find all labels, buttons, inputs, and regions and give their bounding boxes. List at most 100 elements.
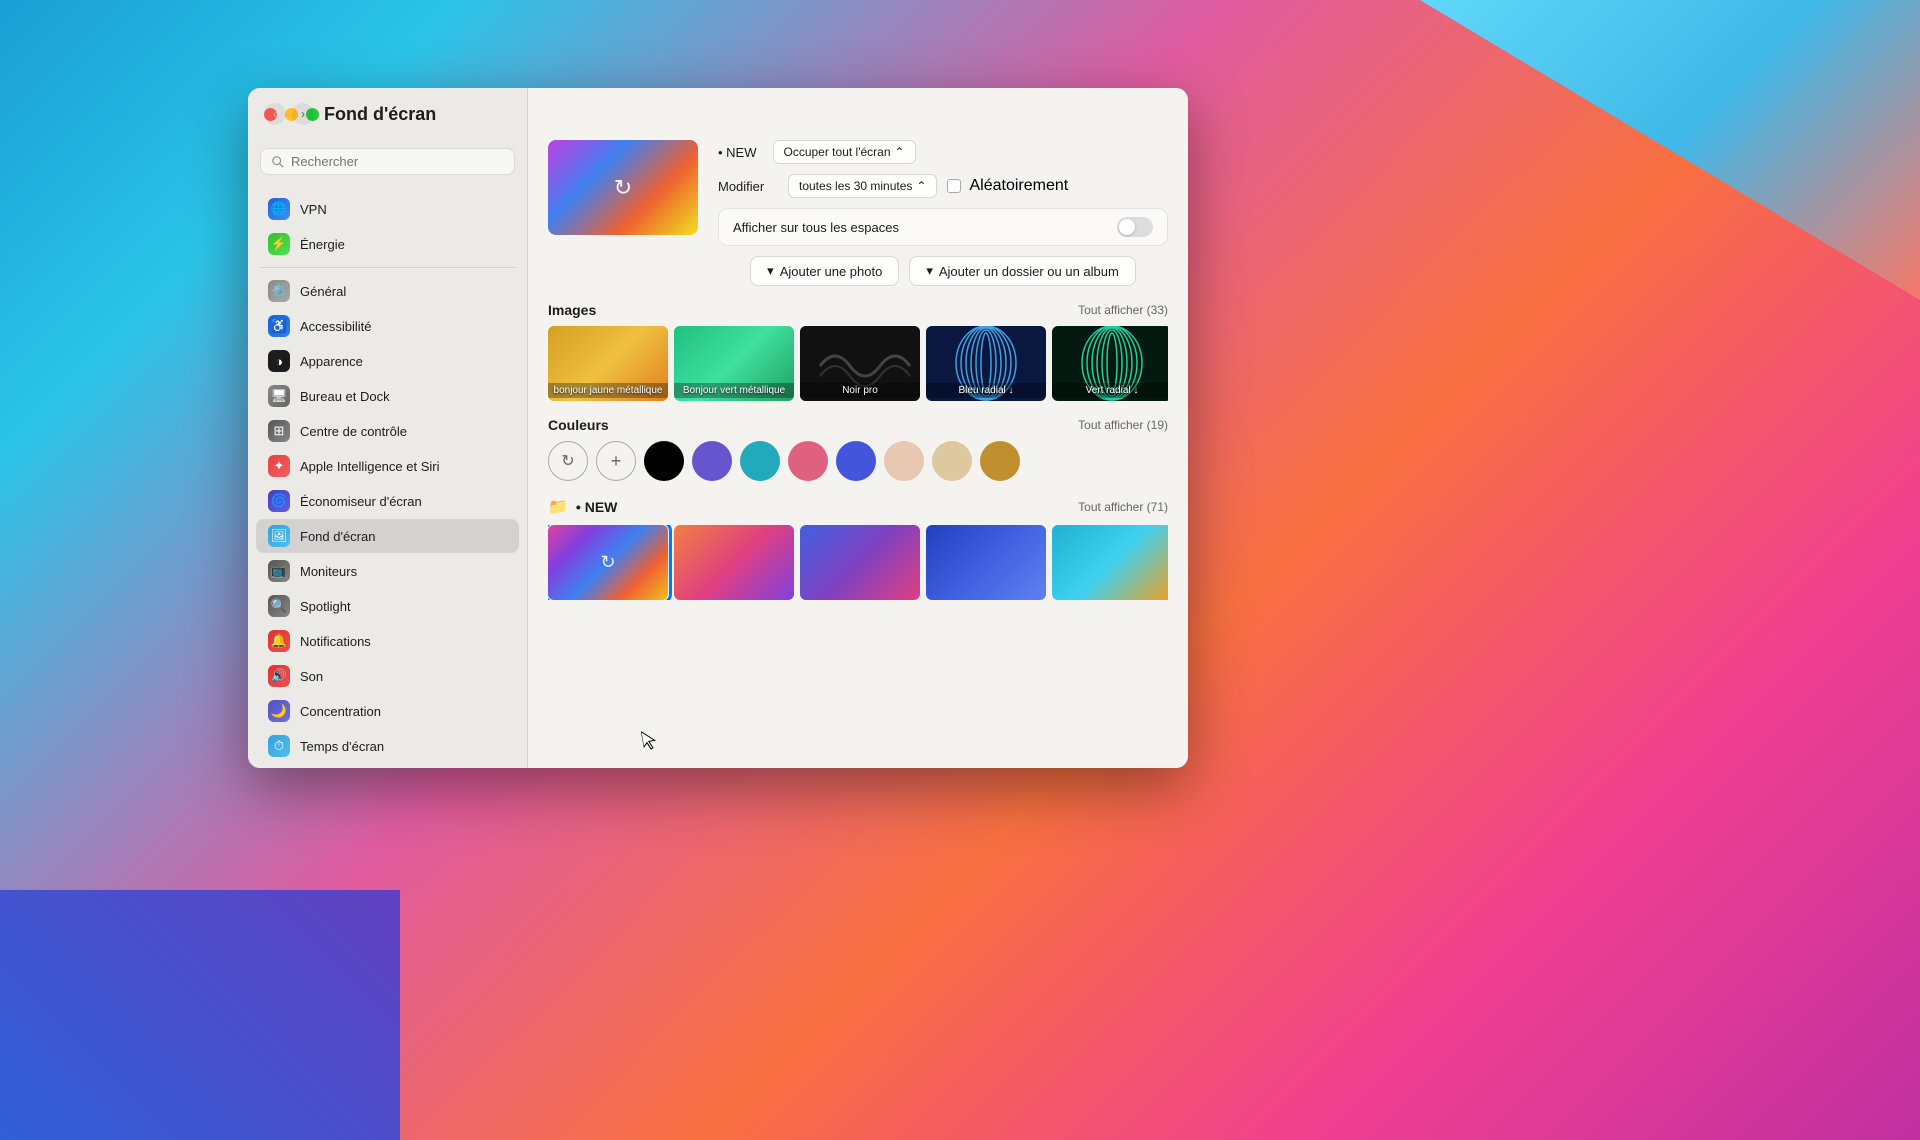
content-title-bar: ‹ › Fond d'écran — [528, 88, 1188, 140]
swatch-beige[interactable] — [932, 441, 972, 481]
swatch-gold[interactable] — [980, 441, 1020, 481]
sidebar-item-spotlight[interactable]: 🔍 Spotlight — [256, 589, 519, 623]
thumb-bleu-label: Bleu radial ↓ — [926, 383, 1046, 398]
folder-title-row: 📁 • NEW — [548, 497, 617, 517]
sidebar-label-siri: Apple Intelligence et Siri — [300, 459, 439, 474]
couleurs-see-all[interactable]: Tout afficher (19) — [1078, 418, 1168, 432]
sidebar-item-centre[interactable]: ⊞ Centre de contrôle — [256, 414, 519, 448]
swatch-purple[interactable] — [692, 441, 732, 481]
sidebar-item-general[interactable]: ⚙️ Général — [256, 274, 519, 308]
swatch-peach[interactable] — [884, 441, 924, 481]
sidebar-item-bureau[interactable]: 🖥 Bureau et Dock — [256, 379, 519, 413]
images-section: Images Tout afficher (33) bonjour jaune … — [548, 302, 1168, 401]
add-photo-button[interactable]: ▾ Ajouter une photo — [750, 256, 899, 286]
sidebar-item-son[interactable]: 🔊 Son — [256, 659, 519, 693]
thumb-jaune-metallique[interactable]: bonjour jaune métallique — [548, 326, 668, 401]
vpn-icon: 🌐 — [268, 198, 290, 220]
sidebar-label-temps: Temps d'écran — [300, 739, 384, 754]
add-buttons-row: ▾ Ajouter une photo ▾ Ajouter un dossier… — [718, 256, 1168, 286]
spaces-toggle-row: Afficher sur tous les espaces — [718, 208, 1168, 246]
centre-icon: ⊞ — [268, 420, 290, 442]
images-thumbnails-row: bonjour jaune métallique Bonjour vert mé… — [548, 326, 1168, 401]
swatch-refresh[interactable]: ↻ — [548, 441, 588, 481]
sidebar-item-ecran[interactable]: 🔒 Écran verrouillé — [256, 764, 519, 768]
couleurs-section-header: Couleurs Tout afficher (19) — [548, 417, 1168, 433]
random-checkbox[interactable] — [947, 179, 961, 193]
thumb-noir-pro[interactable]: Noir pro — [800, 326, 920, 401]
fill-dropdown[interactable]: Occuper tout l'écran ⌃ — [773, 140, 916, 164]
sidebar-item-fond[interactable]: 🖼 Fond d'écran — [256, 519, 519, 553]
sidebar-item-siri[interactable]: ✦ Apple Intelligence et Siri — [256, 449, 519, 483]
search-input[interactable] — [291, 154, 504, 169]
sidebar-item-concentration[interactable]: 🌙 Concentration — [256, 694, 519, 728]
bureau-icon: 🖥 — [268, 385, 290, 407]
images-see-all[interactable]: Tout afficher (33) — [1078, 303, 1168, 317]
sidebar-label-vpn: VPN — [300, 202, 327, 217]
temps-icon: ⏱ — [268, 735, 290, 757]
sidebar-item-moniteurs[interactable]: 📺 Moniteurs — [256, 554, 519, 588]
folder-section-title: • NEW — [576, 499, 617, 515]
interval-dropdown[interactable]: toutes les 30 minutes ⌃ — [788, 174, 937, 198]
thumb-bleu-radial[interactable]: Bleu radial ↓ — [926, 326, 1046, 401]
swatch-teal[interactable] — [740, 441, 780, 481]
sidebar-item-economiseur[interactable]: 🌀 Économiseur d'écran — [256, 484, 519, 518]
sidebar-label-notifications: Notifications — [300, 634, 371, 649]
folder-thumbnails-row: ↻ — [548, 525, 1168, 600]
concentration-icon: 🌙 — [268, 700, 290, 722]
folder-thumb-5[interactable] — [1052, 525, 1168, 600]
sidebar-item-apparence[interactable]: ◑ Apparence — [256, 344, 519, 378]
economiseur-icon: 🌀 — [268, 490, 290, 512]
sidebar-label-accessibilite: Accessibilité — [300, 319, 372, 334]
sidebar-item-vpn[interactable]: 🌐 VPN — [256, 192, 519, 226]
folder-thumb-4[interactable] — [926, 525, 1046, 600]
search-icon — [271, 155, 285, 169]
main-content: ‹ › Fond d'écran ↻ • NEW Occuper tout l'… — [528, 88, 1188, 768]
new-badge: • NEW — [718, 145, 757, 160]
thumb-vert2-label: Vert radial ↓ — [1052, 383, 1168, 398]
sidebar-label-general: Général — [300, 284, 346, 299]
add-folder-button[interactable]: ▾ Ajouter un dossier ou un album — [909, 256, 1135, 286]
general-icon: ⚙️ — [268, 280, 290, 302]
sidebar-item-notifications[interactable]: 🔔 Notifications — [256, 624, 519, 658]
thumb-vert-radial[interactable]: Vert radial ↓ — [1052, 326, 1168, 401]
sidebar-label-bureau: Bureau et Dock — [300, 389, 390, 404]
control-row-modifier: Modifier toutes les 30 minutes ⌃ Aléatoi… — [718, 174, 1168, 198]
moniteurs-icon: 📺 — [268, 560, 290, 582]
search-box[interactable] — [260, 148, 515, 175]
wallpaper-controls: • NEW Occuper tout l'écran ⌃ Modifier to… — [718, 140, 1168, 286]
color-swatches: ↻ + — [548, 441, 1168, 481]
folder-thumb-3[interactable] — [800, 525, 920, 600]
sidebar-label-economiseur: Économiseur d'écran — [300, 494, 422, 509]
wallpaper-preview-image: ↻ — [548, 140, 698, 235]
sidebar-label-fond: Fond d'écran — [300, 529, 375, 544]
sidebar-label-son: Son — [300, 669, 323, 684]
swatch-add[interactable]: + — [596, 441, 636, 481]
sidebar: 🌐 VPN ⚡ Énergie ⚙️ Général ♿ Accessibili… — [248, 88, 528, 768]
folder-thumb-1[interactable]: ↻ — [548, 525, 668, 600]
content-body: ↻ • NEW Occuper tout l'écran ⌃ Modifier — [528, 140, 1188, 768]
folder-thumb-2[interactable] — [674, 525, 794, 600]
folder-section: 📁 • NEW Tout afficher (71) ↻ — [548, 497, 1168, 600]
notifications-icon: 🔔 — [268, 630, 290, 652]
images-section-header: Images Tout afficher (33) — [548, 302, 1168, 318]
energy-icon: ⚡ — [268, 233, 290, 255]
modifier-label: Modifier — [718, 179, 778, 194]
sidebar-item-temps[interactable]: ⏱ Temps d'écran — [256, 729, 519, 763]
siri-icon: ✦ — [268, 455, 290, 477]
son-icon: 🔊 — [268, 665, 290, 687]
swatch-blue[interactable] — [836, 441, 876, 481]
sidebar-divider-1 — [260, 267, 515, 268]
random-label: Aléatoirement — [969, 177, 1068, 195]
sidebar-item-accessibilite[interactable]: ♿ Accessibilité — [256, 309, 519, 343]
thumb-vert-metallique[interactable]: Bonjour vert métallique — [674, 326, 794, 401]
sidebar-item-energie[interactable]: ⚡ Énergie — [256, 227, 519, 261]
sidebar-label-energie: Énergie — [300, 237, 345, 252]
thumb-vert-label: Bonjour vert métallique — [674, 383, 794, 398]
swatch-black[interactable] — [644, 441, 684, 481]
swatch-pink[interactable] — [788, 441, 828, 481]
spaces-toggle[interactable] — [1117, 217, 1153, 237]
thumb-jaune-label: bonjour jaune métallique — [548, 383, 668, 398]
folder-thumb-1-refresh-icon: ↻ — [548, 525, 668, 600]
sidebar-label-moniteurs: Moniteurs — [300, 564, 357, 579]
folder-see-all[interactable]: Tout afficher (71) — [1078, 500, 1168, 514]
